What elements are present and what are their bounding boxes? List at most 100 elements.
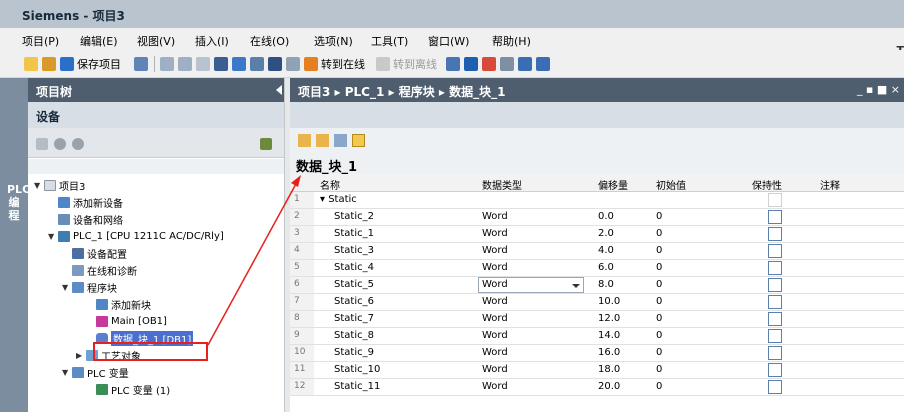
menu-window[interactable]: 窗口(W) bbox=[428, 33, 469, 49]
go-offline-button[interactable]: 转到离线 bbox=[376, 56, 437, 72]
retain-checkbox[interactable] bbox=[768, 278, 782, 292]
cell-initial-value[interactable]: 0 bbox=[656, 279, 662, 290]
open-project-button[interactable] bbox=[42, 56, 56, 72]
split-vertical-button[interactable] bbox=[536, 56, 550, 72]
retain-checkbox[interactable] bbox=[768, 329, 782, 343]
tree-item-program-blocks[interactable]: ▼ 程序块 bbox=[28, 279, 284, 296]
row-number[interactable]: 7 bbox=[290, 294, 314, 310]
cell-initial-value[interactable]: 0 bbox=[656, 211, 662, 222]
paste-button[interactable] bbox=[196, 56, 210, 72]
window-controls[interactable]: _ ▪ ■ × bbox=[857, 83, 900, 96]
tree-item-device-config[interactable]: 设备配置 bbox=[28, 245, 284, 262]
cell-initial-value[interactable]: 0 bbox=[656, 228, 662, 239]
table-row[interactable]: 6 Static_5 Word 8.0 0 bbox=[290, 277, 904, 294]
cell-name[interactable]: Static_9 bbox=[334, 347, 374, 358]
stop-cpu-button[interactable] bbox=[482, 56, 496, 72]
row-number[interactable]: 10 bbox=[290, 345, 314, 361]
accessible-devices-button[interactable] bbox=[446, 56, 460, 72]
chevron-down-icon[interactable] bbox=[572, 284, 580, 288]
cell-data-type[interactable]: Word bbox=[482, 228, 508, 239]
column-header-offset[interactable]: 偏移量 bbox=[598, 177, 628, 192]
expand-arrow-icon[interactable]: ▼ bbox=[34, 181, 44, 190]
cell-name[interactable]: Static_11 bbox=[334, 381, 380, 392]
row-number[interactable]: 1 bbox=[290, 192, 314, 208]
portal-side-strip[interactable]: PLC编程 bbox=[0, 78, 30, 412]
expand-arrow-icon[interactable]: ▼ bbox=[62, 283, 72, 292]
retain-checkbox[interactable] bbox=[768, 380, 782, 394]
tree-item-plc[interactable]: ▼ PLC_1 [CPU 1211C AC/DC/Rly] bbox=[28, 228, 284, 245]
tree-item-add-device[interactable]: 添加新设备 bbox=[28, 194, 284, 211]
row-number[interactable]: 5 bbox=[290, 260, 314, 276]
table-row[interactable]: 11 Static_10 Word 18.0 0 bbox=[290, 362, 904, 379]
retain-checkbox[interactable] bbox=[768, 261, 782, 275]
retain-checkbox[interactable] bbox=[768, 227, 782, 241]
menu-tools[interactable]: 工具(T) bbox=[371, 33, 408, 49]
add-row-icon[interactable] bbox=[316, 134, 329, 147]
table-row[interactable]: 3 Static_1 Word 2.0 0 bbox=[290, 226, 904, 243]
cut-button[interactable] bbox=[160, 56, 174, 72]
cell-initial-value[interactable]: 0 bbox=[656, 296, 662, 307]
menu-online[interactable]: 在线(O) bbox=[250, 33, 289, 49]
split-horizontal-button[interactable] bbox=[518, 56, 532, 72]
table-row[interactable]: 8 Static_7 Word 12.0 0 bbox=[290, 311, 904, 328]
row-number[interactable]: 6 bbox=[290, 277, 314, 293]
cell-name[interactable]: Static_4 bbox=[334, 262, 374, 273]
row-number[interactable]: 2 bbox=[290, 209, 314, 225]
table-row[interactable]: 10 Static_9 Word 16.0 0 bbox=[290, 345, 904, 362]
table-row[interactable]: 12 Static_11 Word 20.0 0 bbox=[290, 379, 904, 396]
cell-data-type[interactable]: Word bbox=[482, 364, 508, 375]
cell-data-type[interactable]: Word bbox=[482, 211, 508, 222]
cell-name[interactable]: Static_10 bbox=[334, 364, 380, 375]
cell-initial-value[interactable]: 0 bbox=[656, 313, 662, 324]
tree-item-plc-tag-table[interactable]: PLC 变量 (1) bbox=[28, 381, 284, 398]
cell-initial-value[interactable]: 0 bbox=[656, 245, 662, 256]
row-number[interactable]: 8 bbox=[290, 311, 314, 327]
menu-options[interactable]: 选项(N) bbox=[314, 33, 353, 49]
menu-insert[interactable]: 插入(I) bbox=[195, 33, 229, 49]
tree-item-main-ob1[interactable]: Main [OB1] bbox=[28, 313, 284, 330]
column-header-initial[interactable]: 初始值 bbox=[656, 177, 686, 192]
cell-name[interactable]: ▾ Static bbox=[320, 194, 357, 205]
cell-data-type[interactable]: Word bbox=[482, 279, 508, 290]
table-row[interactable]: 9 Static_8 Word 14.0 0 bbox=[290, 328, 904, 345]
retain-checkbox[interactable] bbox=[768, 346, 782, 360]
back-icon[interactable] bbox=[54, 138, 66, 150]
retain-checkbox[interactable] bbox=[768, 312, 782, 326]
row-number[interactable]: 9 bbox=[290, 328, 314, 344]
cell-name[interactable]: Static_5 bbox=[334, 279, 374, 290]
devices-tab[interactable]: 设备 bbox=[28, 102, 284, 128]
menu-help[interactable]: 帮助(H) bbox=[492, 33, 531, 49]
expand-arrow-icon[interactable]: ▼ bbox=[48, 232, 58, 241]
table-row[interactable]: 4 Static_3 Word 4.0 0 bbox=[290, 243, 904, 260]
menu-project[interactable]: 项目(P) bbox=[22, 33, 59, 49]
forward-icon[interactable] bbox=[72, 138, 84, 150]
table-row[interactable]: 1 ▾ Static bbox=[290, 192, 904, 209]
collapse-arrow-icon[interactable] bbox=[276, 85, 282, 95]
new-project-button[interactable] bbox=[24, 56, 38, 72]
insert-row-icon[interactable] bbox=[298, 134, 311, 147]
table-row[interactable]: 5 Static_4 Word 6.0 0 bbox=[290, 260, 904, 277]
start-cpu-button[interactable] bbox=[464, 56, 478, 72]
cell-name[interactable]: Static_6 bbox=[334, 296, 374, 307]
cell-data-type[interactable]: Word bbox=[482, 347, 508, 358]
tree-item-add-block[interactable]: 添加新块 bbox=[28, 296, 284, 313]
cell-data-type[interactable]: Word bbox=[482, 381, 508, 392]
cell-data-type[interactable]: Word bbox=[482, 313, 508, 324]
tree-view-icon[interactable] bbox=[260, 138, 272, 150]
tree-item-online-diag[interactable]: 在线和诊断 bbox=[28, 262, 284, 279]
retain-checkbox[interactable] bbox=[768, 210, 782, 224]
simulation-button[interactable] bbox=[286, 56, 300, 72]
snapshot-icon[interactable] bbox=[334, 134, 347, 147]
go-online-button[interactable]: 转到在线 bbox=[304, 56, 365, 72]
column-header-comment[interactable]: 注释 bbox=[820, 177, 840, 192]
row-number[interactable]: 12 bbox=[290, 379, 314, 395]
cell-initial-value[interactable]: 0 bbox=[656, 381, 662, 392]
cell-name[interactable]: Static_7 bbox=[334, 313, 374, 324]
cell-name[interactable]: Static_8 bbox=[334, 330, 374, 341]
copy-button[interactable] bbox=[178, 56, 192, 72]
expand-arrow-icon[interactable]: ▼ bbox=[62, 368, 72, 377]
cell-data-type[interactable]: Word bbox=[482, 262, 508, 273]
expand-arrow-icon[interactable]: ▾ bbox=[320, 194, 328, 205]
column-header-retain[interactable]: 保持性 bbox=[752, 177, 782, 192]
compile-button[interactable] bbox=[232, 56, 246, 72]
